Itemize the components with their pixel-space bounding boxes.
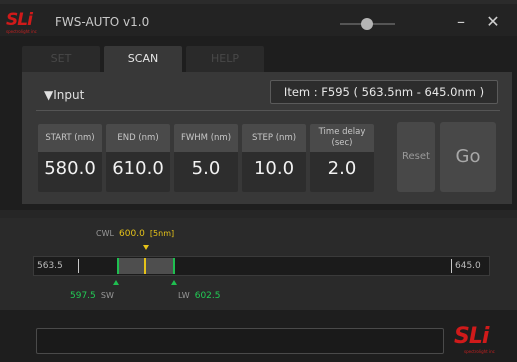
start-value[interactable]: 580.0 xyxy=(38,158,102,179)
minimize-button[interactable]: – xyxy=(452,13,470,31)
lw-label: LW xyxy=(178,291,190,300)
fwhm-param[interactable]: FWHM (nm) 5.0 xyxy=(174,124,238,192)
bandwidth-band xyxy=(117,258,175,274)
cwl-label: CWL xyxy=(96,229,114,238)
range-max-line xyxy=(451,259,452,273)
start-label: START (nm) xyxy=(38,124,102,152)
range-min-label: 563.5 xyxy=(37,261,63,271)
status-message-box xyxy=(36,328,444,354)
section-separator xyxy=(0,210,517,218)
item-display: Item : F595 ( 563.5nm - 645.0nm ) xyxy=(270,80,498,104)
wavelength-range-bar[interactable]: 563.5 645.0 xyxy=(33,256,490,276)
title-bar: SLi spectrolight inc FWS-AUTO v1.0 – ✕ xyxy=(0,0,517,36)
start-param[interactable]: START (nm) 580.0 xyxy=(38,124,102,192)
fwhm-label: FWHM (nm) xyxy=(174,124,238,152)
sw-line xyxy=(117,258,119,274)
sw-readout: 597.5 SW xyxy=(70,291,114,301)
fwhm-value[interactable]: 5.0 xyxy=(174,158,238,179)
range-min-line xyxy=(78,259,79,273)
lw-value: 602.5 xyxy=(194,291,221,301)
lw-line xyxy=(173,258,175,274)
end-param[interactable]: END (nm) 610.0 xyxy=(106,124,170,192)
close-button[interactable]: ✕ xyxy=(484,13,502,31)
input-section-toggle[interactable]: ▼Input xyxy=(44,88,84,102)
cwl-readout: CWL 600.0 [5nm] xyxy=(96,229,174,239)
end-value[interactable]: 610.0 xyxy=(106,158,170,179)
step-label: STEP (nm) xyxy=(242,124,306,152)
slider-knob[interactable] xyxy=(361,18,373,30)
time-delay-param[interactable]: Time delay (sec) 2.0 xyxy=(310,124,374,192)
divider xyxy=(36,110,500,111)
sw-label: SW xyxy=(100,291,114,300)
sw-marker-icon xyxy=(113,280,119,285)
app-title: FWS-AUTO v1.0 xyxy=(55,15,150,29)
range-max-label: 645.0 xyxy=(455,261,481,271)
go-button[interactable]: Go xyxy=(440,122,496,192)
sli-logo-footer: SLi spectrolight inc xyxy=(454,324,495,355)
time-delay-value[interactable]: 2.0 xyxy=(310,158,374,179)
end-label: END (nm) xyxy=(106,124,170,152)
step-value[interactable]: 10.0 xyxy=(242,158,306,179)
reset-button[interactable]: Reset xyxy=(397,122,435,192)
cwl-marker-icon xyxy=(143,245,149,250)
tab-help[interactable]: HELP xyxy=(186,46,264,72)
titlebar-slider[interactable] xyxy=(340,18,395,30)
tab-set[interactable]: SET xyxy=(22,46,100,72)
lw-marker-icon xyxy=(171,280,177,285)
sw-value: 597.5 xyxy=(70,291,96,301)
time-delay-label: Time delay (sec) xyxy=(310,124,374,152)
input-panel: ▼Input Item : F595 ( 563.5nm - 645.0nm )… xyxy=(22,72,512,204)
cwl-unit: [5nm] xyxy=(149,229,175,238)
tab-scan[interactable]: SCAN xyxy=(104,46,182,72)
lw-readout: LW 602.5 xyxy=(178,291,221,301)
cwl-value: 600.0 xyxy=(119,229,145,239)
cwl-line xyxy=(144,258,146,274)
step-param[interactable]: STEP (nm) 10.0 xyxy=(242,124,306,192)
sli-logo: SLi spectrolight inc xyxy=(6,10,37,35)
